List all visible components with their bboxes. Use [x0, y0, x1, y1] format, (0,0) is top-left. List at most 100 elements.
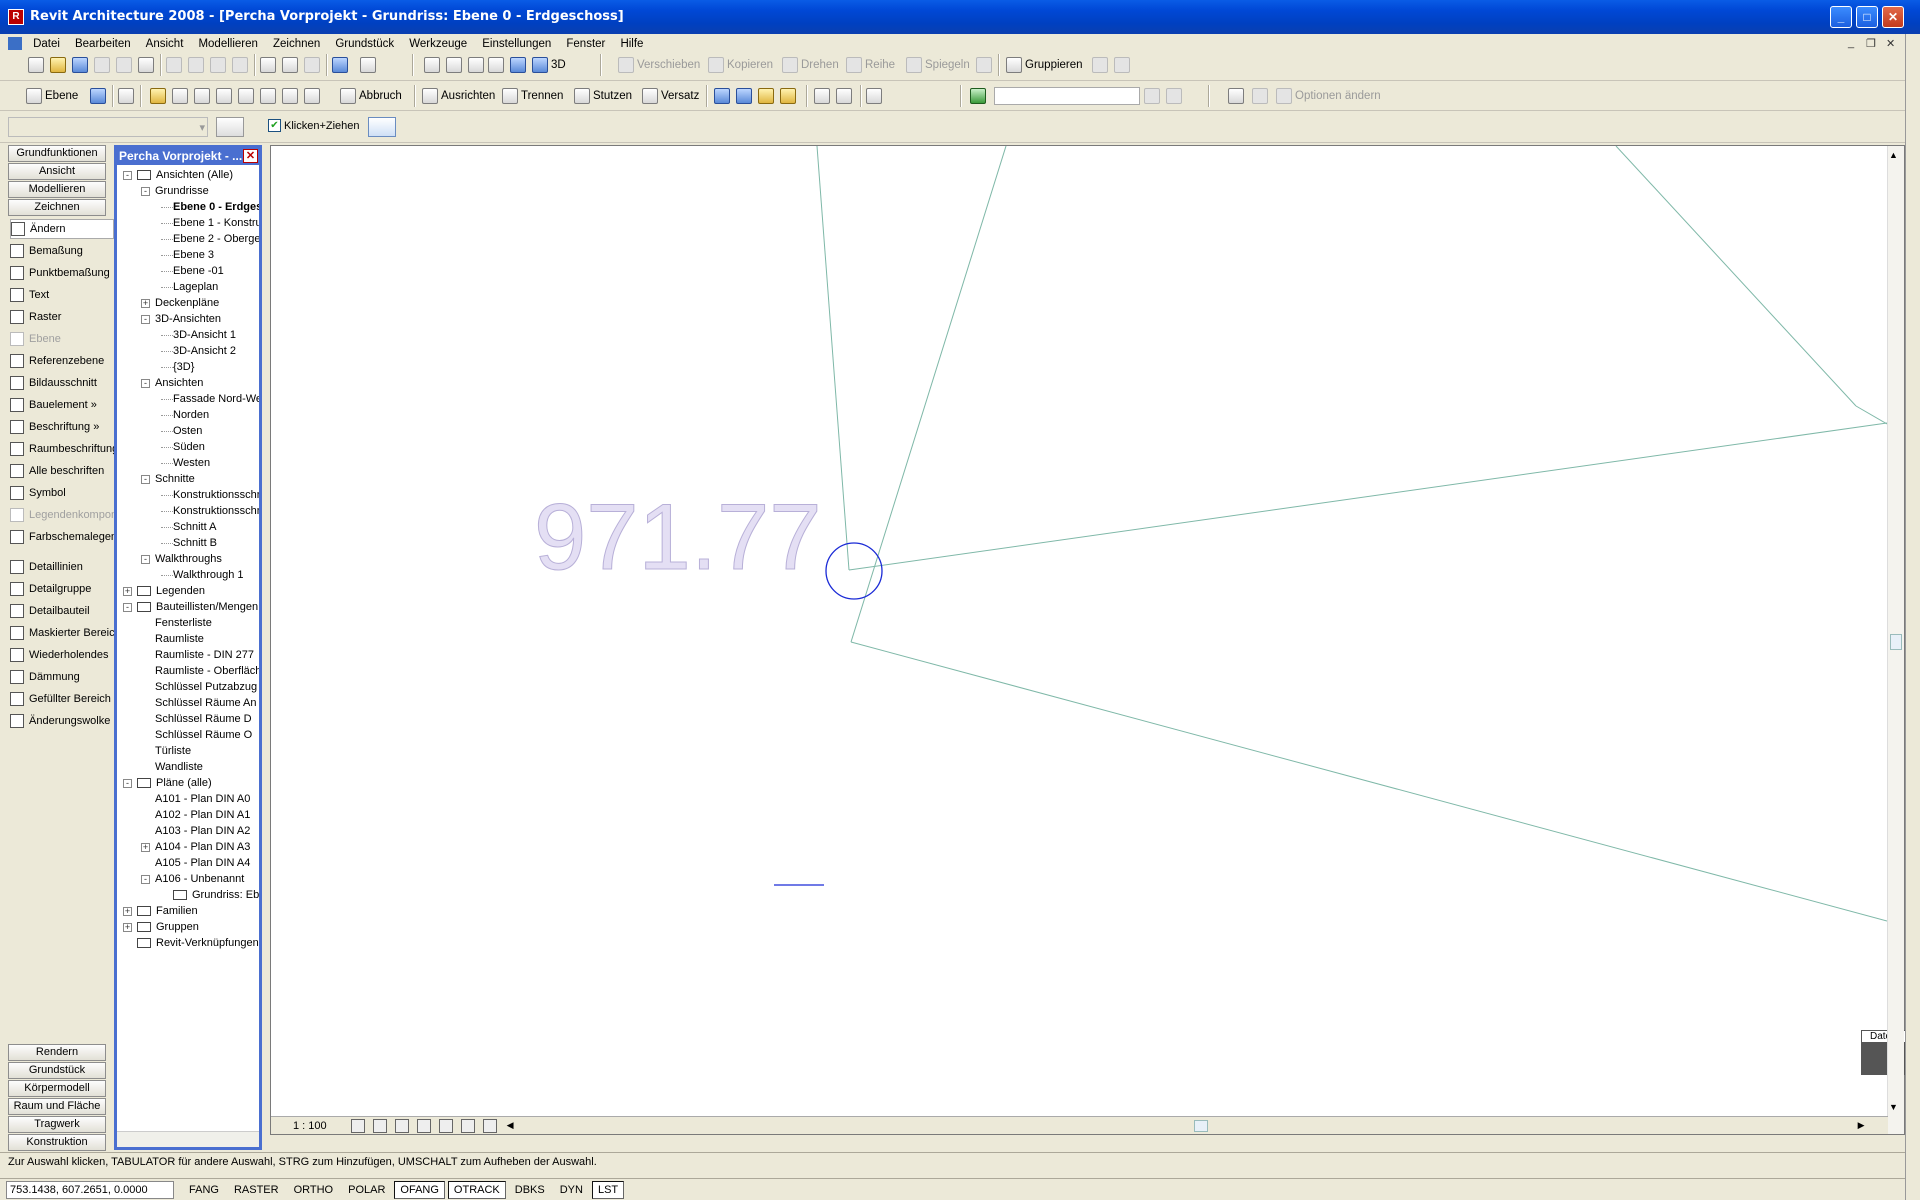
tool-ändern[interactable]: Ändern — [10, 219, 114, 239]
tree-node[interactable]: Revit-Verknüpfungen — [156, 935, 259, 951]
pin-icon[interactable] — [1092, 54, 1111, 76]
tree-node[interactable]: A102 - Plan DIN A1 — [155, 807, 250, 823]
versatz-button[interactable]: Versatz — [642, 85, 699, 107]
tool-wiederholendes[interactable]: Wiederholendes — [10, 645, 114, 665]
copy-icon[interactable] — [188, 54, 207, 76]
tree-node[interactable]: Grundriss: Ebene 0 — [192, 887, 259, 903]
cut-geometry-icon[interactable] — [260, 85, 279, 107]
paste-icon[interactable] — [210, 54, 229, 76]
scroll-left-icon[interactable]: ◀ — [507, 1120, 514, 1131]
scroll-up-icon[interactable]: ▲ — [1889, 150, 1898, 160]
model-line[interactable] — [1615, 146, 1857, 407]
collapse-icon[interactable]: - — [141, 875, 150, 884]
tree-node[interactable]: Westen — [173, 455, 210, 471]
tree-node[interactable]: Konstruktionsschnitt — [173, 503, 259, 519]
expand-icon[interactable]: + — [141, 843, 150, 852]
tool-dämmung[interactable]: Dämmung — [10, 667, 114, 687]
tree-node[interactable]: Konstruktionsschnitt — [173, 487, 259, 503]
design-option-select[interactable] — [994, 85, 1140, 107]
tree-node[interactable]: Norden — [173, 407, 209, 423]
collapse-icon[interactable]: - — [141, 379, 150, 388]
tree-node[interactable]: Pläne (alle) — [156, 775, 212, 791]
help-pointer-icon[interactable] — [360, 54, 379, 76]
tree-node[interactable]: Bauteillisten/Mengen — [156, 599, 258, 615]
tree-node[interactable]: Schlüssel Räume An — [155, 695, 257, 711]
snap-toggle-lst[interactable]: LST — [591, 1180, 625, 1199]
tab-rendern[interactable]: Rendern — [8, 1044, 106, 1061]
indent-icon[interactable] — [1228, 85, 1247, 107]
tab-grundstück[interactable]: Grundstück — [8, 1062, 106, 1079]
tree-node[interactable]: Gruppen — [156, 919, 199, 935]
opening-icon[interactable] — [304, 85, 323, 107]
tree-node[interactable]: Schnitt A — [173, 519, 216, 535]
reihe-button[interactable]: Reihe — [846, 54, 895, 76]
tree-node[interactable]: Ebene -01 — [173, 263, 224, 279]
save-all-icon[interactable] — [94, 54, 113, 76]
tree-node[interactable]: Grundrisse — [155, 183, 209, 199]
match-icon[interactable] — [172, 85, 191, 107]
tree-node[interactable]: Schnitte — [155, 471, 195, 487]
tool-symbol[interactable]: Symbol — [10, 483, 114, 503]
tree-node[interactable]: A101 - Plan DIN A0 — [155, 791, 250, 807]
browser-horizontal-scrollbar[interactable] — [117, 1131, 259, 1147]
spelling-icon[interactable] — [118, 85, 137, 107]
redo-icon[interactable] — [304, 54, 323, 76]
expand-icon[interactable]: + — [123, 587, 132, 596]
tool-maskierter-bereich[interactable]: Maskierter Bereich — [10, 623, 114, 643]
collapse-icon[interactable]: - — [141, 475, 150, 484]
unpin-icon[interactable] — [1114, 54, 1133, 76]
detail-level-icon[interactable] — [350, 1118, 365, 1133]
tool-punktbemaßung[interactable]: Punktbemaßung — [10, 263, 114, 283]
rendering-icon[interactable] — [1166, 85, 1185, 107]
tool-alle-beschriften[interactable]: Alle beschriften — [10, 461, 114, 481]
type-selector[interactable]: ▾ — [8, 117, 208, 137]
copy-clipboard-icon[interactable] — [714, 85, 733, 107]
model-line[interactable] — [850, 641, 1887, 922]
scroll-right-icon[interactable]: ▶ — [1858, 1120, 1865, 1131]
ebene-button[interactable]: Ebene — [26, 85, 78, 107]
tree-node[interactable]: 3D-Ansichten — [155, 311, 221, 327]
zoom-menu-icon[interactable] — [468, 54, 487, 76]
document-icon[interactable] — [8, 37, 22, 51]
minimize-button[interactable]: _ — [1830, 6, 1852, 28]
tree-node[interactable]: Schlüssel Räume D — [155, 711, 252, 727]
model-line[interactable] — [848, 422, 1887, 571]
klicken-ziehen-checkbox[interactable]: ✔ Klicken+Ziehen — [268, 119, 360, 132]
cut-icon[interactable] — [166, 54, 185, 76]
optionen-aendern-button[interactable]: Optionen ändern — [1276, 85, 1381, 107]
tab-grundfunktionen[interactable]: Grundfunktionen — [8, 145, 106, 162]
undo-list-icon[interactable] — [282, 54, 301, 76]
tab-modellieren[interactable]: Modellieren — [8, 181, 106, 198]
spiegeln-button[interactable]: Spiegeln — [906, 54, 970, 76]
view-3d-button[interactable]: 3D — [532, 54, 566, 76]
visibility-eye-icon[interactable] — [424, 54, 443, 76]
tool-beschriftung[interactable]: Beschriftung » — [10, 417, 114, 437]
kopieren-button[interactable]: Kopieren — [708, 54, 773, 76]
tool-bauelement[interactable]: Bauelement » — [10, 395, 114, 415]
paste-aligned-icon[interactable] — [758, 85, 777, 107]
undo-icon[interactable] — [260, 54, 279, 76]
mdi-minimize-button[interactable]: _ — [1848, 37, 1854, 49]
reveal-hidden-icon[interactable] — [482, 1118, 497, 1133]
model-graphics-icon[interactable] — [372, 1118, 387, 1133]
gruppieren-button[interactable]: Gruppieren — [1006, 54, 1083, 76]
horizontal-scroll-thumb[interactable] — [1193, 1119, 1208, 1132]
tree-node[interactable]: Raumliste — [155, 631, 204, 647]
show-crop-icon[interactable] — [438, 1118, 453, 1133]
tab-zeichnen[interactable]: Zeichnen — [8, 199, 106, 216]
collapse-icon[interactable]: - — [123, 603, 132, 612]
snap-toggle-dbks[interactable]: DBKS — [509, 1181, 551, 1199]
snap-toggle-dyn[interactable]: DYN — [554, 1181, 589, 1199]
tree-node[interactable]: Legenden — [156, 583, 205, 599]
snap-toggle-polar[interactable]: POLAR — [342, 1181, 391, 1199]
tab-konstruktion[interactable]: Konstruktion — [8, 1134, 106, 1151]
tree-node[interactable]: Ebene 3 — [173, 247, 214, 263]
new-icon[interactable] — [28, 54, 47, 76]
tree-node[interactable]: Fassade Nord-West — [173, 391, 259, 407]
model-line[interactable] — [850, 146, 1007, 643]
abbruch-button[interactable]: Abbruch — [340, 85, 402, 107]
tool-legendenkomponente[interactable]: Legendenkomponente — [10, 505, 114, 525]
stutzen-button[interactable]: Stutzen — [574, 85, 632, 107]
tree-node[interactable]: Türliste — [155, 743, 191, 759]
open-icon[interactable] — [50, 54, 69, 76]
